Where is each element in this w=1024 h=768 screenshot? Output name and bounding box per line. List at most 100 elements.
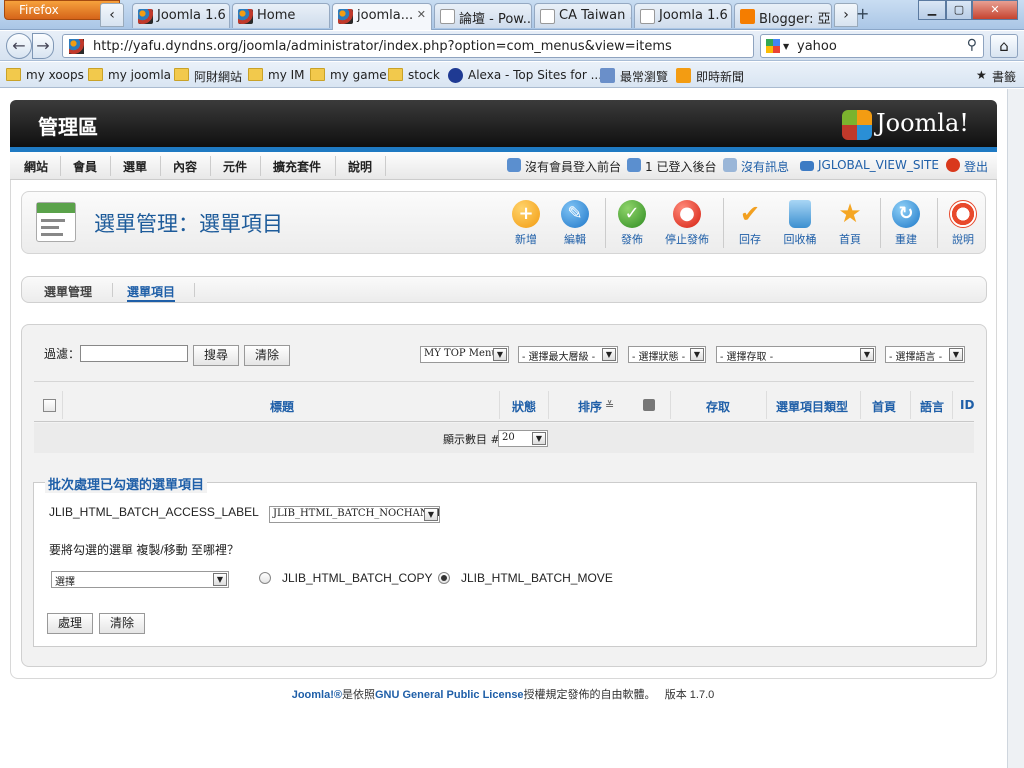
search-engine-icon[interactable] <box>766 39 780 53</box>
max-level-select[interactable]: - 選擇最大層級 - ▼ <box>518 346 618 363</box>
browser-tab-1[interactable]: Joomla 1.6 ... <box>132 3 230 28</box>
batch-access-select[interactable]: JLIB_HTML_BATCH_NOCHANGE ▼ <box>269 506 440 523</box>
browser-tab-6[interactable]: Joomla 1.6 ... <box>634 3 732 28</box>
menu-help[interactable]: 說明 <box>348 158 372 175</box>
bookmark-link[interactable]: 最常瀏覽 <box>598 68 668 85</box>
home-button[interactable]: ⌂ <box>990 34 1018 58</box>
submenu-menu-manager[interactable]: 選單管理 <box>44 283 92 300</box>
menu-type-select[interactable]: MY TOP Menu ▼ <box>420 346 509 363</box>
checkin-button[interactable]: ✔ 回存 <box>722 200 778 248</box>
language-select[interactable]: - 選擇語言 - ▼ <box>885 346 965 363</box>
unpublish-button[interactable]: ● 停止發佈 <box>659 200 715 248</box>
table-header: 標題 狀態 排序 ≚ 存取 選單項目類型 首頁 語言 ID <box>34 391 974 421</box>
forward-button[interactable]: → <box>32 33 54 59</box>
filter-search-input[interactable] <box>80 345 188 362</box>
new-button[interactable]: + 新增 <box>498 200 554 248</box>
logout-link[interactable]: 登出 <box>946 158 988 175</box>
star-icon: ★ <box>838 199 862 229</box>
url-bar[interactable]: http://yafu.dyndns.org/joomla/administra… <box>62 34 809 58</box>
select-all-checkbox[interactable] <box>43 399 56 412</box>
messages-link[interactable]: 沒有訊息 <box>723 158 789 175</box>
browser-tab-5[interactable]: CA Taiwan ... <box>534 3 632 28</box>
search-button[interactable]: 搜尋 <box>193 345 239 366</box>
column-title[interactable]: 標題 <box>270 398 294 415</box>
column-ordering[interactable]: 排序 <box>578 398 602 415</box>
tab-scroll-left-button[interactable]: ‹ <box>100 3 124 27</box>
rebuild-button[interactable]: ↻ 重建 <box>878 200 934 248</box>
search-box[interactable]: ▼ yahoo ⚲ <box>760 34 984 58</box>
bookmark-folder[interactable]: 阿財網站 <box>172 68 242 85</box>
menu-content[interactable]: 內容 <box>173 158 197 175</box>
column-id[interactable]: ID <box>960 398 974 412</box>
bookmark-link[interactable]: Alexa - Top Sites for ... <box>446 68 602 83</box>
menu-site[interactable]: 網站 <box>24 158 48 175</box>
bookmark-folder[interactable]: my joomla <box>86 68 171 82</box>
joomla-favicon-icon <box>238 9 253 24</box>
magnifier-icon[interactable]: ⚲ <box>967 37 977 53</box>
dropdown-arrow-icon: ▼ <box>213 573 227 586</box>
browser-tab-3-active[interactable]: joomla... ✕ <box>332 3 432 30</box>
publish-button[interactable]: ✓ 發佈 <box>604 200 660 248</box>
bookmark-folder[interactable]: my game <box>308 68 387 82</box>
tab-label: 論壇 - Pow... <box>459 12 532 27</box>
help-button[interactable]: 說明 <box>935 200 991 248</box>
column-separator <box>548 391 549 419</box>
batch-target-select[interactable]: 選擇 ▼ <box>51 571 229 588</box>
access-select[interactable]: - 選擇存取 - ▼ <box>716 346 876 363</box>
display-count-select[interactable]: 20 ▼ <box>498 430 548 447</box>
clear-filter-button[interactable]: 清除 <box>244 345 290 366</box>
gpl-link[interactable]: GNU General Public License <box>375 689 524 701</box>
state-select[interactable]: - 選擇狀態 - ▼ <box>628 346 706 363</box>
sort-icon[interactable]: ≚ <box>605 399 614 412</box>
menu-extensions[interactable]: 擴充套件 <box>273 158 321 175</box>
menu-components[interactable]: 元件 <box>223 158 247 175</box>
select-value: 20 <box>502 432 515 443</box>
new-tab-button[interactable]: + <box>856 4 869 23</box>
select-value: - 選擇語言 - <box>889 352 943 363</box>
submenu: 選單管理 選單項目 <box>21 276 987 303</box>
home-default-button[interactable]: ★ 首頁 <box>822 200 878 248</box>
footer-text: 授權規定發佈的自由軟體。 <box>523 689 656 701</box>
submenu-menu-items[interactable]: 選單項目 <box>127 283 176 302</box>
copy-radio[interactable] <box>259 572 271 584</box>
save-order-icon[interactable] <box>643 399 655 411</box>
close-window-button[interactable]: ✕ <box>972 0 1018 20</box>
tab-scroll-right-button[interactable]: › <box>834 3 858 27</box>
column-home[interactable]: 首頁 <box>872 398 896 415</box>
bookmark-folder[interactable]: my xoops <box>4 68 84 82</box>
browser-tab-4[interactable]: 論壇 - Pow... <box>434 3 532 28</box>
maximize-button[interactable]: ▢ <box>946 0 972 20</box>
bookmarks-menu-button[interactable]: ★ 書籤 <box>974 68 1016 85</box>
column-status[interactable]: 狀態 <box>512 398 536 415</box>
column-access[interactable]: 存取 <box>706 398 730 415</box>
browser-tab-2[interactable]: Home <box>232 3 330 28</box>
menu-menus[interactable]: 選單 <box>123 158 147 175</box>
folder-icon <box>388 68 403 81</box>
vertical-scrollbar[interactable] <box>1007 89 1024 768</box>
batch-clear-button[interactable]: 清除 <box>99 613 145 634</box>
bookmark-link[interactable]: 即時新聞 <box>674 68 744 85</box>
view-site-link[interactable]: JGLOBAL_VIEW_SITE <box>800 158 939 172</box>
back-button[interactable]: ← <box>6 33 32 59</box>
joomla-logo-icon <box>842 110 872 140</box>
close-tab-icon[interactable]: ✕ <box>417 8 426 21</box>
browser-tab-7[interactable]: Blogger: 亞... <box>734 3 832 28</box>
page-favicon-icon <box>440 9 455 24</box>
edit-button[interactable]: ✎ 編輯 <box>547 200 603 248</box>
divider <box>34 381 974 382</box>
bookmark-folder[interactable]: my IM <box>246 68 305 82</box>
engine-dropdown-icon[interactable]: ▼ <box>783 42 789 51</box>
bookmark-folder[interactable]: stock <box>386 68 440 82</box>
site-identity-icon <box>69 39 84 54</box>
column-menu-item-type[interactable]: 選單項目類型 <box>776 398 848 415</box>
joomla-link[interactable]: Joomla!® <box>292 689 342 701</box>
users-icon <box>627 158 641 172</box>
column-language[interactable]: 語言 <box>920 398 944 415</box>
folder-icon <box>88 68 103 81</box>
menu-users[interactable]: 會員 <box>73 158 97 175</box>
trash-button[interactable]: 回收桶 <box>772 200 828 248</box>
move-radio[interactable] <box>438 572 450 584</box>
minimize-button[interactable]: ▁ <box>918 0 946 20</box>
process-button[interactable]: 處理 <box>47 613 93 634</box>
list-footer: 顯示數目 # 20 ▼ <box>34 423 974 453</box>
